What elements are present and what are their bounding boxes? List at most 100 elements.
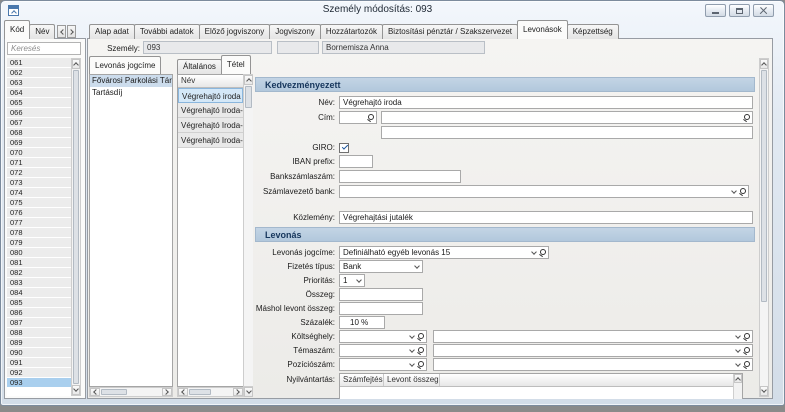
lookup-icon[interactable] (742, 346, 749, 355)
iban-prefix-input[interactable] (339, 155, 373, 168)
items-table-header[interactable]: Név (178, 75, 243, 88)
scroll-down-button[interactable] (72, 385, 80, 395)
osszeg-input[interactable] (339, 288, 423, 301)
nev-input[interactable] (339, 96, 753, 109)
lookup-icon[interactable] (416, 360, 423, 369)
code-list-item[interactable]: 093 (7, 378, 71, 387)
close-button[interactable] (753, 4, 774, 17)
scroll-down-button[interactable] (244, 387, 253, 397)
levonas-jogcime-combobox[interactable]: Definiálható egyéb levonás 15 (339, 246, 549, 259)
scroll-right-button[interactable] (162, 388, 172, 396)
lookup-icon[interactable] (742, 332, 749, 341)
bankszamlaszam-input[interactable] (339, 170, 461, 183)
scrollbar-thumb[interactable] (761, 70, 767, 302)
minimize-button[interactable] (705, 4, 726, 17)
pozicioszam-combobox[interactable] (339, 358, 427, 371)
pozicioszam-name-combobox[interactable] (433, 358, 753, 371)
scroll-right-button[interactable] (233, 388, 243, 396)
chevron-down-icon[interactable] (735, 361, 741, 367)
temaszam-name-combobox[interactable] (433, 344, 753, 357)
tab-scroll-right-button[interactable] (67, 25, 76, 38)
code-list-item[interactable]: 070 (7, 148, 71, 157)
code-list-item[interactable]: 079 (7, 238, 71, 247)
chevron-down-icon[interactable] (356, 277, 362, 283)
code-list-item[interactable]: 062 (7, 68, 71, 77)
chevron-down-icon[interactable] (409, 361, 415, 367)
chevron-down-icon[interactable] (414, 263, 420, 269)
code-list-item[interactable]: 086 (7, 308, 71, 317)
lookup-icon[interactable] (416, 346, 423, 355)
maximize-button[interactable] (729, 4, 750, 17)
tab-általános[interactable]: Általános (177, 59, 222, 74)
chevron-down-icon[interactable] (531, 249, 537, 255)
cim-city-field[interactable] (381, 111, 753, 124)
chevron-down-icon[interactable] (735, 347, 741, 353)
chevron-down-icon[interactable] (731, 188, 737, 194)
code-list-item[interactable]: 077 (7, 218, 71, 227)
items-table-row[interactable]: Végrehajtó iroda (178, 88, 243, 103)
code-list-item[interactable]: 091 (7, 358, 71, 367)
code-list-item[interactable]: 065 (7, 98, 71, 107)
lookup-icon[interactable] (416, 332, 423, 341)
code-list-item[interactable]: 081 (7, 258, 71, 267)
column-levont-osszeg[interactable]: Levont összeg (384, 374, 440, 386)
deduction-title-item[interactable]: Fővárosi Parkolási Társulá (90, 75, 172, 87)
code-list-item[interactable]: 083 (7, 278, 71, 287)
scrollbar-thumb[interactable] (245, 86, 252, 108)
titlebar[interactable]: Személy módosítás: 093 (1, 1, 784, 20)
tab-levonas-jogcime[interactable]: Levonás jogcíme (89, 56, 161, 74)
temaszam-combobox[interactable] (339, 344, 427, 357)
code-list[interactable]: 0610620630640650660670680690700710720730… (7, 58, 71, 396)
tab-kod[interactable]: Kód (4, 20, 30, 39)
prioritas-combobox[interactable]: 1 (339, 274, 365, 287)
giro-checkbox[interactable] (339, 143, 349, 153)
code-list-item[interactable]: 089 (7, 338, 71, 347)
nyilvantartas-table-scrollbar[interactable] (733, 374, 742, 399)
code-list-item[interactable]: 078 (7, 228, 71, 237)
lookup-icon[interactable] (742, 113, 749, 122)
scrollbar-thumb[interactable] (189, 389, 211, 395)
code-list-item[interactable]: 071 (7, 158, 71, 167)
scrollbar-thumb[interactable] (101, 389, 127, 395)
code-list-item[interactable]: 087 (7, 318, 71, 327)
code-list-scrollbar[interactable] (71, 58, 81, 396)
code-list-item[interactable]: 074 (7, 188, 71, 197)
code-list-item[interactable]: 066 (7, 108, 71, 117)
items-table-row[interactable]: Végrehajtó Iroda- (178, 118, 243, 133)
scroll-up-button[interactable] (734, 374, 742, 383)
szamlavezeto-bank-combobox[interactable] (339, 185, 749, 198)
code-list-item[interactable]: 090 (7, 348, 71, 357)
mashol-levont-osszeg-input[interactable] (339, 302, 423, 315)
code-list-item[interactable]: 088 (7, 328, 71, 337)
koltseghely-combobox[interactable] (339, 330, 427, 343)
code-list-item[interactable]: 061 (7, 58, 71, 67)
lookup-icon[interactable] (738, 187, 745, 196)
tab-levonások[interactable]: Levonások (517, 20, 568, 39)
items-table-row[interactable]: Végrehajtó Iroda- (178, 103, 243, 118)
items-table-rows[interactable]: Végrehajtó irodaVégrehajtó Iroda-Végreha… (178, 88, 243, 148)
code-list-item[interactable]: 084 (7, 288, 71, 297)
scrollbar-thumb[interactable] (73, 70, 79, 384)
column-szamfejtes[interactable]: Számfejtés (340, 374, 384, 386)
tab-jogviszony[interactable]: Jogviszony (269, 24, 321, 39)
tab-tétel[interactable]: Tétel (221, 55, 251, 74)
kozlemeny-input[interactable] (339, 211, 753, 224)
items-table-hscrollbar[interactable] (177, 387, 244, 397)
tab-előző-jogviszony[interactable]: Előző jogviszony (199, 24, 271, 39)
code-list-item[interactable]: 067 (7, 118, 71, 127)
tab-biztosítási-pénztár-szakszervezet[interactable]: Biztosítási pénztár / Szakszervezet (382, 24, 518, 39)
scroll-up-button[interactable] (760, 59, 768, 69)
scroll-left-button[interactable] (178, 388, 188, 396)
cim-zip-field[interactable] (339, 111, 377, 124)
chevron-down-icon[interactable] (735, 333, 741, 339)
code-list-item[interactable]: 069 (7, 138, 71, 147)
code-list-item[interactable]: 063 (7, 78, 71, 87)
tab-alap-adat[interactable]: Alap adat (89, 24, 135, 39)
cim-street-input[interactable] (381, 126, 753, 139)
tab-nev[interactable]: Név (29, 24, 55, 39)
deduction-list-hscrollbar[interactable] (89, 387, 173, 397)
tab-további-adatok[interactable]: További adatok (134, 24, 200, 39)
code-list-item[interactable]: 080 (7, 248, 71, 257)
deduction-title-item[interactable]: Tartásdíj (90, 87, 172, 99)
tab-scroll-left-button[interactable] (57, 25, 66, 38)
